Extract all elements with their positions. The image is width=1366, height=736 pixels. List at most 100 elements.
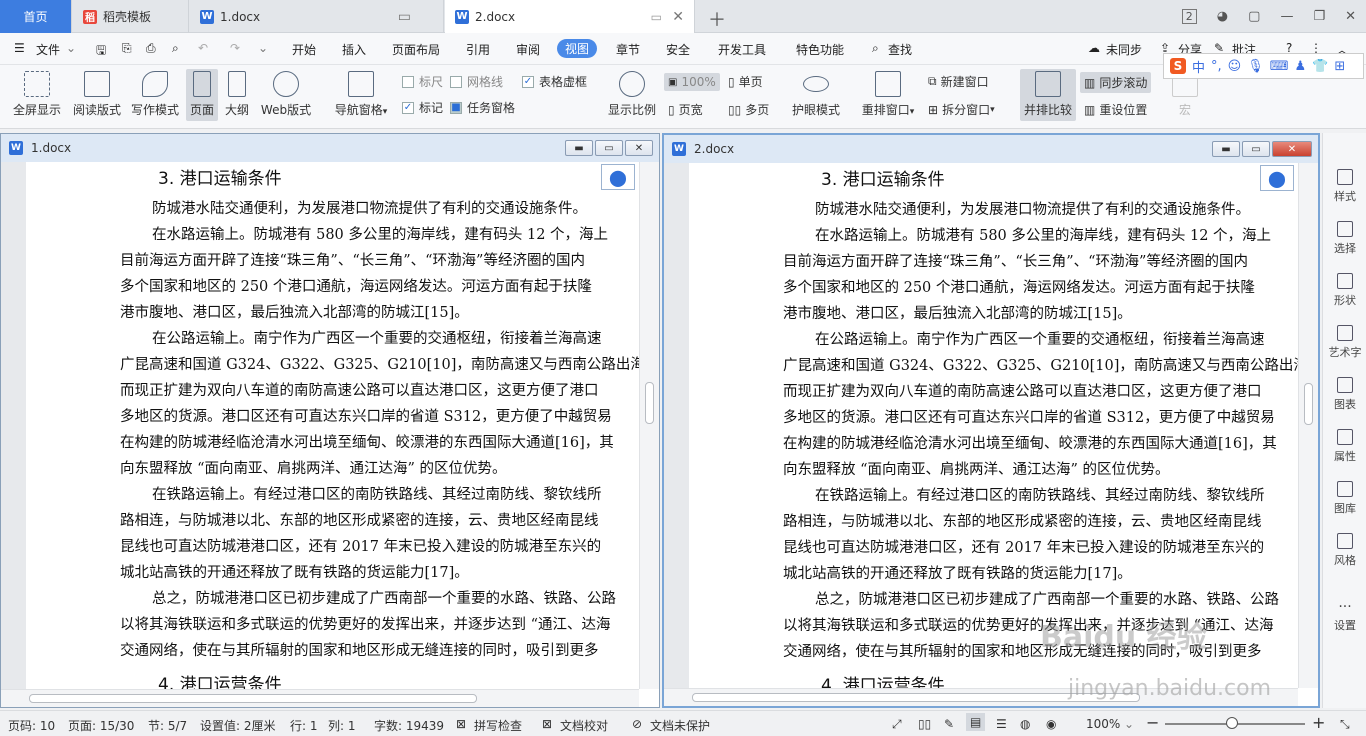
page-area[interactable]: 3. 港口运输条件 防城港水陆交通便利，为发展港口物流提供了有利的交通设施条件。在… [664, 163, 1298, 688]
hamburger-icon[interactable]: ☰ [14, 41, 25, 55]
side-select[interactable]: 选择 [1323, 221, 1366, 256]
table-gridlines-checkbox[interactable]: ✓ 表格虚框 [522, 73, 587, 90]
shirt-icon[interactable]: 👕 [1312, 59, 1328, 74]
side-charts[interactable]: 图表 [1323, 377, 1366, 412]
zoom-100-button[interactable]: ▣ 100% [664, 73, 720, 91]
status-section[interactable]: 节: 5/7 [148, 717, 187, 734]
menu-view[interactable]: 视图 [557, 39, 598, 58]
page-width-button[interactable]: ▯ 页宽 [668, 101, 703, 118]
cloud-icon[interactable]: ☁ [1088, 41, 1100, 55]
protection-status[interactable]: 文档未保护 [650, 717, 710, 734]
ime-mode[interactable]: 中 [1192, 57, 1205, 76]
keyboard-icon[interactable]: ⌨ [1270, 59, 1289, 74]
outline-icon[interactable]: ☰ [996, 717, 1007, 731]
side-by-side-button[interactable]: 并排比较 [1020, 69, 1076, 121]
chevron-down-icon[interactable]: ⌄ [66, 41, 76, 55]
sync-status[interactable]: 未同步 [1106, 41, 1142, 58]
menu-start[interactable]: 开始 [292, 41, 316, 58]
multi-page-button[interactable]: ▯▯ 多页 [728, 101, 769, 118]
avatar-icon[interactable]: ◕ [1217, 9, 1228, 24]
side-themes[interactable]: 风格 [1323, 533, 1366, 568]
document-text[interactable]: 3. 港口运输条件 防城港水陆交通便利，为发展港口物流提供了有利的交通设施条件。在… [120, 164, 639, 689]
new-window-button[interactable]: ⧉ 新建窗口 [928, 73, 989, 90]
location-button[interactable]: ⬤ [601, 164, 635, 190]
display-ratio-button[interactable]: 显示比例 [606, 69, 658, 118]
side-wordart[interactable]: 艺术字 [1323, 325, 1366, 360]
ruler-checkbox[interactable]: 标尺 [402, 73, 443, 90]
print-preview-icon[interactable]: ⌕ [172, 41, 179, 56]
punctuation-icon[interactable]: °, [1211, 59, 1222, 74]
menu-search[interactable]: 查找 [888, 41, 912, 58]
user-icon[interactable]: ♟ [1295, 59, 1307, 74]
rearrange-window-button[interactable]: 重排窗口▾ [858, 69, 918, 118]
eye-mode-button[interactable]: 护眼模式 [790, 69, 842, 118]
side-properties[interactable]: 属性 [1323, 429, 1366, 464]
page-view-icon[interactable]: ▤ [966, 713, 986, 731]
undo-icon[interactable]: ↶ [198, 41, 208, 55]
reset-position-button[interactable]: ▥ 重设位置 [1084, 101, 1147, 118]
menu-layout[interactable]: 页面布局 [392, 41, 440, 58]
proofread-button[interactable]: 文档校对 [560, 717, 608, 734]
close-button[interactable]: ✕ [625, 140, 653, 156]
side-gallery[interactable]: 图库 [1323, 481, 1366, 516]
vertical-scrollbar[interactable] [1298, 163, 1318, 688]
zoom-in-icon[interactable]: + [1312, 713, 1325, 732]
document-page[interactable]: 3. 港口运输条件 防城港水陆交通便利，为发展港口物流提供了有利的交通设施条件。在… [26, 162, 639, 689]
export-icon[interactable]: ⎘ [122, 41, 132, 56]
zoom-slider-knob[interactable] [1226, 717, 1238, 729]
close-button[interactable]: ✕ [1272, 141, 1312, 157]
reading-layout-button[interactable]: 阅读版式 [70, 69, 124, 118]
tab-docer-templates[interactable]: 稻 稻壳模板 [73, 0, 189, 33]
document-text[interactable]: 3. 港口运输条件 防城港水陆交通便利，为发展港口物流提供了有利的交通设施条件。在… [783, 165, 1298, 688]
maximize-button[interactable]: ▭ [1242, 141, 1270, 157]
status-word-count[interactable]: 字数: 19439 [374, 717, 444, 734]
side-styles[interactable]: 样式 [1323, 169, 1366, 204]
document-page[interactable]: 3. 港口运输条件 防城港水陆交通便利，为发展港口物流提供了有利的交通设施条件。在… [689, 163, 1298, 688]
reading-icon[interactable]: ▯▯ [918, 717, 931, 731]
split-window-button[interactable]: ⊞ 拆分窗口 ▾ [928, 101, 995, 118]
gridlines-checkbox[interactable]: 网格线 [450, 73, 503, 90]
menu-security[interactable]: 安全 [666, 41, 690, 58]
menu-file[interactable]: 文件 [36, 41, 60, 58]
status-page-number[interactable]: 页码: 10 [8, 717, 55, 734]
pen-icon[interactable]: ✎ [944, 717, 954, 731]
task-pane-checkbox[interactable]: ■ 任务窗格 [450, 99, 515, 116]
status-setting[interactable]: 设置值: 2厘米 [200, 717, 276, 734]
redo-icon[interactable]: ↷ [230, 41, 240, 55]
microphone-icon[interactable]: 🎙 [1247, 59, 1264, 74]
emoji-icon[interactable]: ☺ [1228, 59, 1242, 74]
minimize-icon[interactable]: — [1280, 9, 1293, 24]
zoom-out-icon[interactable]: − [1146, 713, 1159, 732]
status-pages[interactable]: 页面: 15/30 [68, 717, 134, 734]
sogou-logo-icon[interactable]: S [1170, 58, 1186, 74]
monitor-icon[interactable]: ▭ [398, 9, 411, 25]
status-col[interactable]: 列: 1 [328, 717, 356, 734]
grid-icon[interactable]: ⊞ [1334, 59, 1345, 74]
outline-button[interactable]: 大纲 [222, 69, 252, 118]
fullscreen-icon[interactable]: ⤢ [892, 717, 902, 732]
tab-count-badge[interactable]: 2 [1181, 9, 1197, 24]
eye-icon[interactable]: ◉ [1046, 717, 1056, 731]
print-icon[interactable]: ⎙ [146, 41, 156, 56]
expand-icon[interactable]: ⤡ [1340, 717, 1350, 732]
menu-review[interactable]: 审阅 [516, 41, 540, 58]
writing-mode-button[interactable]: 写作模式 [128, 69, 182, 118]
web-layout-button[interactable]: Web版式 [258, 69, 314, 118]
close-window-icon[interactable]: ✕ [1345, 9, 1356, 24]
sync-scroll-button[interactable]: ▥ 同步滚动 [1080, 72, 1152, 93]
qat-more-icon[interactable]: ⌄ [258, 41, 268, 55]
scroll-thumb[interactable] [645, 382, 654, 424]
save-icon[interactable]: 🖫 [96, 41, 106, 62]
nav-pane-button[interactable]: 导航窗格▾ [330, 69, 392, 118]
search-icon[interactable]: ⌕ [872, 41, 879, 56]
minimize-button[interactable]: ▬ [565, 140, 593, 156]
menu-developer[interactable]: 开发工具 [718, 41, 766, 58]
monitor-icon[interactable]: ▭ [651, 10, 662, 24]
page-area[interactable]: 3. 港口运输条件 防城港水陆交通便利，为发展港口物流提供了有利的交通设施条件。在… [1, 162, 639, 689]
menu-reference[interactable]: 引用 [466, 41, 490, 58]
skin-icon[interactable]: ▢ [1248, 9, 1260, 24]
scroll-thumb[interactable] [29, 694, 477, 703]
horizontal-scrollbar[interactable] [1, 689, 639, 707]
new-tab-plus-icon[interactable]: ＋ [708, 6, 726, 32]
scroll-thumb[interactable] [1304, 383, 1313, 425]
